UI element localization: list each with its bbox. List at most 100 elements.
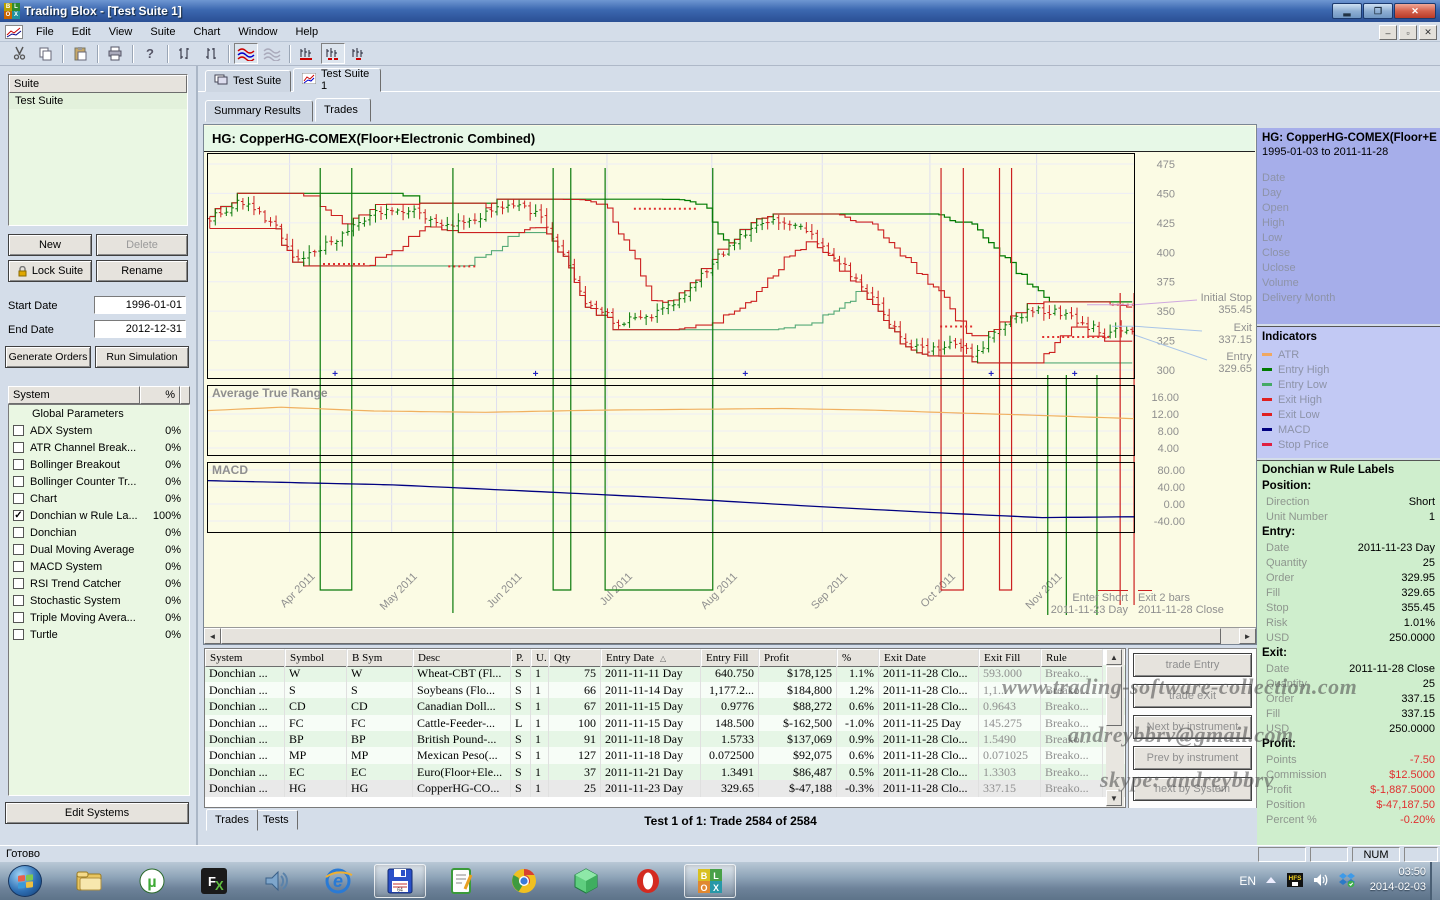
system-row[interactable]: Bollinger Counter Tr...0%: [9, 473, 189, 490]
waves-gray-icon[interactable]: [260, 43, 284, 64]
system-row[interactable]: Global Parameters: [9, 405, 189, 422]
system-checkbox[interactable]: [13, 578, 24, 589]
system-row[interactable]: ADX System0%: [9, 422, 189, 439]
scroll-right-arrow[interactable]: ►: [1239, 628, 1256, 644]
menu-file[interactable]: File: [27, 23, 63, 41]
system-checkbox[interactable]: [13, 442, 24, 453]
chart-hscrollbar[interactable]: ◄ ►: [204, 627, 1256, 644]
system-checkbox[interactable]: [13, 595, 24, 606]
suite-item[interactable]: Test Suite: [9, 93, 187, 109]
column-header-u[interactable]: U.: [531, 649, 549, 667]
table-row[interactable]: Donchian ...SSSoybeans (Flo...S1662011-1…: [205, 682, 1125, 698]
system-checkbox[interactable]: [13, 561, 24, 572]
column-header-exitfill[interactable]: Exit Fill: [979, 649, 1041, 667]
plot-marks-3-icon[interactable]: [347, 43, 371, 64]
column-header-system[interactable]: System: [205, 649, 285, 667]
menu-window[interactable]: Window: [229, 23, 286, 41]
system-checkbox[interactable]: [13, 629, 24, 640]
utorrent-taskbar-icon[interactable]: µ: [126, 864, 178, 898]
price-chart[interactable]: Apr 2011May 2011Jun 2011Jul 2011Aug 2011…: [207, 153, 1255, 627]
new-button[interactable]: New: [8, 234, 92, 256]
rename-button[interactable]: Rename: [96, 260, 188, 282]
column-header-entryfill[interactable]: Entry Fill: [701, 649, 759, 667]
column-header-symbol[interactable]: Symbol: [285, 649, 347, 667]
plot-marks-1-icon[interactable]: [295, 43, 319, 64]
menu-edit[interactable]: Edit: [63, 23, 100, 41]
system-row[interactable]: MACD System0%: [9, 558, 189, 575]
start-date-input[interactable]: [94, 296, 186, 314]
suite-list-header[interactable]: Suite: [9, 75, 187, 93]
system-checkbox[interactable]: [13, 459, 24, 470]
fx-app-taskbar-icon[interactable]: FX: [188, 864, 240, 898]
scroll-left-arrow[interactable]: ◄: [204, 628, 221, 644]
table-row[interactable]: Donchian ...WWWheat-CBT (Fl...S1752011-1…: [205, 665, 1125, 681]
lock-suite-button[interactable]: Lock Suite: [8, 260, 92, 282]
system-checkbox[interactable]: [13, 527, 24, 538]
hfs-server-icon[interactable]: HFS: [1286, 872, 1304, 891]
table-row[interactable]: Donchian ...BPBPBritish Pound-...S191201…: [205, 731, 1125, 747]
system-column-header[interactable]: System: [8, 386, 140, 404]
system-checkbox[interactable]: ✓: [13, 510, 24, 521]
edit-systems-button[interactable]: Edit Systems: [5, 802, 189, 824]
system-checkbox[interactable]: [13, 612, 24, 623]
taskbar-clock[interactable]: 03:50 2014-02-03: [1370, 865, 1426, 895]
table-row[interactable]: Donchian ...MPMPMexican Peso(...S1127201…: [205, 747, 1125, 763]
plot-marks-2-icon[interactable]: [321, 43, 345, 64]
column-header-[interactable]: %: [837, 649, 879, 667]
mdi-minimize-button[interactable]: –: [1379, 25, 1397, 40]
dropbox-icon[interactable]: [1338, 872, 1356, 891]
system-row[interactable]: Triple Moving Avera...0%: [9, 609, 189, 626]
column-header-p[interactable]: P.: [511, 649, 531, 667]
table-row[interactable]: Donchian ...HGHGCopperHG-CO...S1252011-1…: [205, 780, 1125, 796]
table-scroll-up-arrow[interactable]: ▲: [1106, 649, 1122, 665]
system-checkbox[interactable]: [13, 476, 24, 487]
system-row[interactable]: Bollinger Breakout0%: [9, 456, 189, 473]
floppy-save-app-taskbar-icon[interactable]: 64: [374, 864, 426, 898]
internet-explorer-taskbar-icon[interactable]: e: [312, 864, 364, 898]
table-row[interactable]: Donchian ...CDCDCanadian Doll...S1672011…: [205, 698, 1125, 714]
menu-suite[interactable]: Suite: [141, 23, 184, 41]
system-checkbox[interactable]: [13, 425, 24, 436]
table-row[interactable]: Donchian ...FCFCCattle-Feeder-...L110020…: [205, 715, 1125, 731]
scale-down-icon[interactable]: [199, 43, 223, 64]
tray-arrow-icon[interactable]: [1265, 874, 1277, 888]
tab-test-suite-1[interactable]: Test Suite 1: [293, 68, 381, 92]
green-cube-app-taskbar-icon[interactable]: [560, 864, 612, 898]
trading-blox-taskbar-icon[interactable]: BLOX: [684, 864, 736, 898]
menu-chart[interactable]: Chart: [184, 23, 229, 41]
system-row[interactable]: Chart0%: [9, 490, 189, 507]
help-icon[interactable]: ?: [138, 43, 162, 64]
column-header-rule[interactable]: Rule: [1041, 649, 1103, 667]
run-simulation-button[interactable]: Run Simulation: [95, 346, 189, 368]
opera-taskbar-icon[interactable]: [622, 864, 674, 898]
menu-view[interactable]: View: [100, 23, 142, 41]
mdi-close-button[interactable]: ✕: [1419, 25, 1437, 40]
cut-icon[interactable]: [7, 43, 31, 64]
scale-up-icon[interactable]: [173, 43, 197, 64]
percent-column-header[interactable]: %: [140, 386, 180, 404]
column-header-qty[interactable]: Qty: [549, 649, 601, 667]
column-header-desc[interactable]: Desc: [413, 649, 511, 667]
subtab-summary-results[interactable]: Summary Results: [205, 100, 313, 122]
menu-help[interactable]: Help: [286, 23, 327, 41]
restore-button[interactable]: ❐: [1363, 3, 1393, 19]
minimize-button[interactable]: ▂: [1332, 3, 1362, 19]
system-row[interactable]: Turtle0%: [9, 626, 189, 643]
mdi-restore-button[interactable]: ▫: [1399, 25, 1417, 40]
bottom-tab-trades[interactable]: Trades: [206, 809, 258, 831]
end-date-input[interactable]: [94, 320, 186, 338]
show-desktop-button[interactable]: [1430, 862, 1440, 900]
column-header-profit[interactable]: Profit: [759, 649, 837, 667]
scroll-thumb[interactable]: [221, 628, 1221, 644]
generate-orders-button[interactable]: Generate Orders: [5, 346, 91, 368]
system-row[interactable]: ✓Donchian w Rule La...100%: [9, 507, 189, 524]
close-button[interactable]: ✕: [1394, 3, 1436, 19]
tab-test-suite[interactable]: Test Suite: [205, 70, 291, 92]
windows-start-button[interactable]: [8, 865, 42, 897]
column-header-bsym[interactable]: B Sym: [347, 649, 413, 667]
system-checkbox[interactable]: [13, 544, 24, 555]
text-editor-taskbar-icon[interactable]: [436, 864, 488, 898]
system-row[interactable]: Donchian0%: [9, 524, 189, 541]
delete-button[interactable]: Delete: [96, 234, 188, 256]
system-row[interactable]: RSI Trend Catcher0%: [9, 575, 189, 592]
